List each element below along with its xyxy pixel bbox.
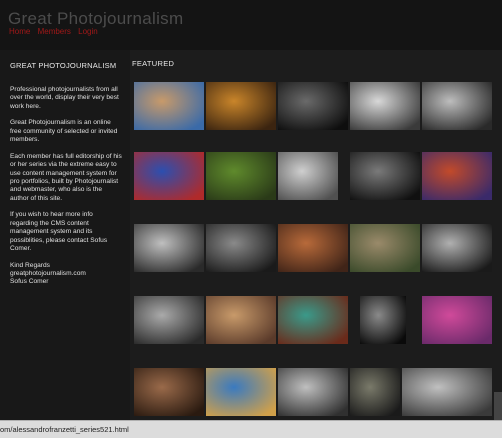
thumb-tv-room[interactable] [278,224,348,272]
site-title[interactable]: Great Photojournalism [8,9,183,29]
main-nav: Home Members Login [9,27,103,36]
thumb-dark-figures[interactable] [278,82,348,130]
editorship-paragraph: Each member has full editorship of his o… [10,152,122,202]
signoff: Kind Regards greatphotojournalism.com So… [10,262,122,287]
signoff-author: Sofus Comer [10,278,49,286]
thumb-kiss-bw[interactable] [422,224,492,272]
thumb-interior-bw[interactable] [134,224,204,272]
featured-section: FEATURED [130,50,502,420]
browser-status-bar: om/alessandrofranzetti_series521.html [0,420,502,438]
thumb-street-bw[interactable] [350,82,420,130]
thumb-colorful-market[interactable] [422,152,492,200]
sidebar-description: Professional photojournalists from all o… [10,86,122,287]
nav-home-link[interactable]: Home [9,27,30,36]
status-url: om/alessandrofranzetti_series521.html [0,425,129,434]
scrollbar-thumb[interactable] [494,392,502,420]
thumb-golden-dust[interactable] [206,82,276,130]
thumb-holi-pink[interactable] [422,296,492,344]
thumb-blue-balloons[interactable] [134,152,204,200]
sidebar: GREAT PHOTOJOURNALISM Professional photo… [0,50,130,420]
nav-login-link[interactable]: Login [78,27,98,36]
thumb-crowd-faces[interactable] [134,368,204,416]
contact-paragraph: If you wish to hear more info regarding … [10,211,108,253]
site-header: Great Photojournalism Home Members Login [0,0,502,50]
featured-heading: FEATURED [132,59,175,68]
signoff-site: greatphotojournalism.com [10,270,86,278]
intro-paragraph: Professional photojournalists from all o… [10,86,119,110]
thumb-men-bw[interactable] [422,82,492,130]
signoff-regards: Kind Regards [10,261,50,269]
thumb-rubble-village[interactable] [350,224,420,272]
thumb-protest[interactable] [402,368,492,416]
sidebar-title: GREAT PHOTOJOURNALISM [10,61,117,70]
nav-members-link[interactable]: Members [38,27,71,36]
thumb-crowd-bw[interactable] [278,152,338,200]
thumb-bride-portrait[interactable] [134,82,204,130]
thumb-beach-umbrella[interactable] [206,368,276,416]
thumb-alley[interactable] [350,368,400,416]
community-paragraph: Great Photojournalism is an online free … [10,119,118,144]
thumb-workers-bw[interactable] [134,296,204,344]
thumb-slum-bw[interactable] [278,368,348,416]
thumb-green-field[interactable] [206,152,276,200]
thumb-woman-portrait[interactable] [360,296,406,344]
thumb-market-table[interactable] [206,296,276,344]
thumb-child-window[interactable] [278,296,348,344]
thumb-man-dark[interactable] [350,152,420,200]
thumb-old-man-hat[interactable] [206,224,276,272]
